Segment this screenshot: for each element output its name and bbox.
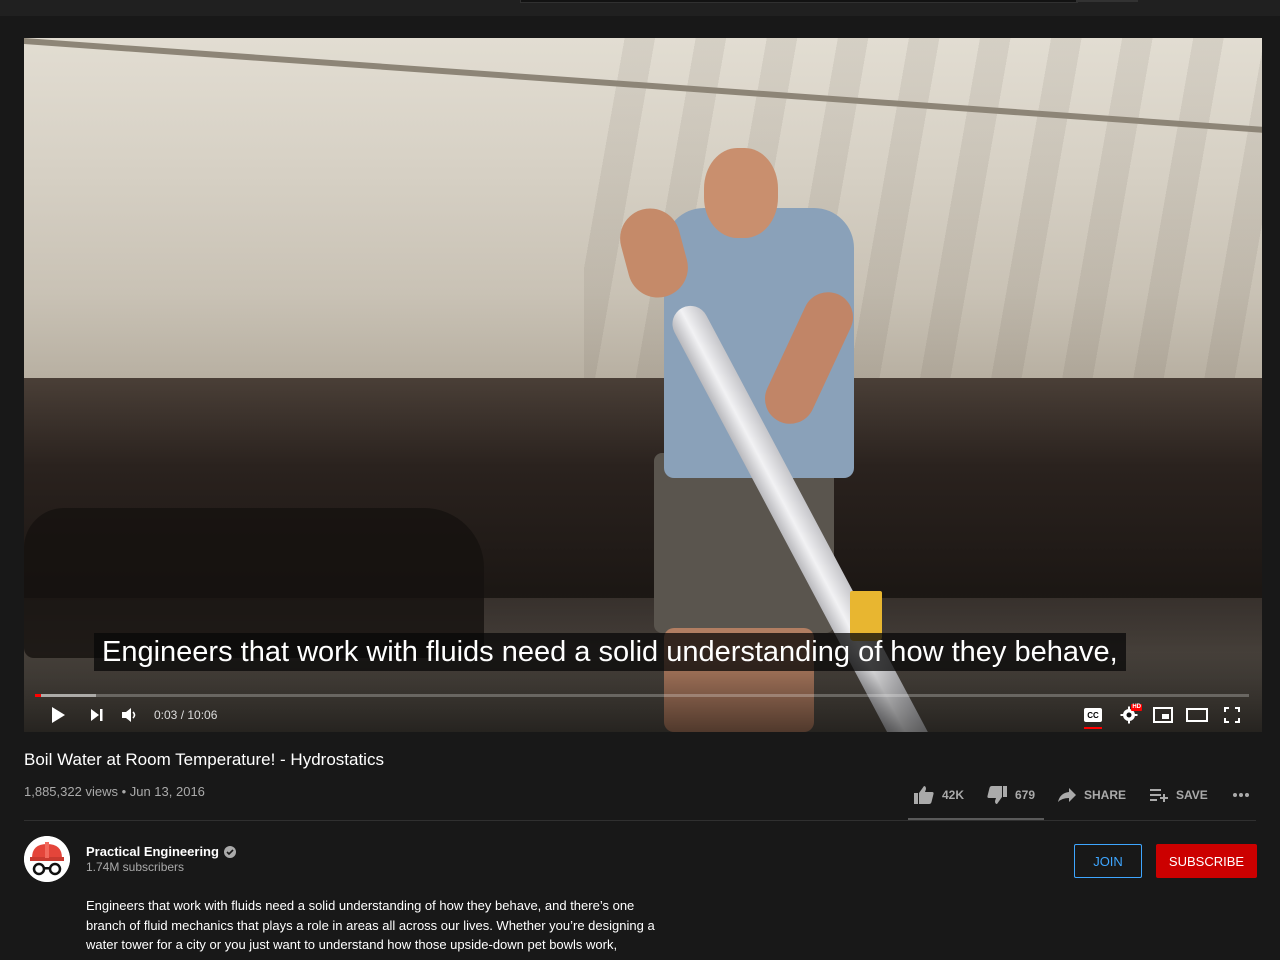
- play-button[interactable]: [46, 700, 70, 730]
- caption-text: Engineers that work with fluids need a s…: [94, 633, 1126, 671]
- volume-icon: [122, 708, 136, 722]
- video-frame: [24, 38, 1262, 732]
- captions-button[interactable]: CC: [1080, 700, 1106, 730]
- share-label: SHARE: [1084, 788, 1127, 802]
- description-line: Engineers that work with fluids need a s…: [86, 898, 635, 913]
- save-label: SAVE: [1176, 788, 1208, 802]
- channel-name-text: Practical Engineering: [86, 844, 219, 859]
- theater-icon: [1186, 708, 1208, 722]
- player-controls: 0:03 / 10:06 CC HD: [24, 700, 1262, 730]
- description-line: water tower for a city or you just want …: [86, 937, 618, 952]
- dislike-count: 679: [1015, 788, 1036, 802]
- dislike-button[interactable]: 679: [987, 784, 1035, 806]
- share-button[interactable]: SHARE: [1058, 784, 1126, 806]
- more-icon: [1233, 793, 1249, 797]
- miniplayer-icon: [1153, 707, 1173, 723]
- fullscreen-icon: [1224, 707, 1240, 723]
- like-count: 42K: [942, 788, 965, 802]
- thumbs-down-icon: [987, 786, 1007, 804]
- cc-label: CC: [1087, 710, 1099, 720]
- video-description: Engineers that work with fluids need a s…: [86, 896, 686, 955]
- video-player[interactable]: Engineers that work with fluids need a s…: [24, 38, 1262, 732]
- next-icon: [91, 709, 103, 721]
- hd-badge: HD: [1131, 704, 1142, 711]
- time-display: 0:03 / 10:06: [154, 708, 218, 722]
- volume-button[interactable]: [118, 700, 142, 730]
- divider: [24, 820, 1256, 821]
- share-icon: [1058, 788, 1076, 802]
- settings-button[interactable]: HD: [1116, 700, 1142, 730]
- subscriber-count: 1.74M subscribers: [86, 860, 185, 874]
- captions-icon: CC: [1084, 708, 1102, 722]
- subscribe-button[interactable]: SUBSCRIBE: [1156, 844, 1257, 878]
- more-actions-button[interactable]: [1232, 784, 1250, 806]
- verified-icon: [223, 845, 236, 858]
- play-icon: [52, 707, 65, 723]
- fullscreen-button[interactable]: [1219, 700, 1245, 730]
- join-button[interactable]: JOIN: [1074, 844, 1142, 878]
- masthead: [0, 0, 1280, 16]
- playlist-add-icon: [1150, 789, 1168, 802]
- theater-button[interactable]: [1184, 700, 1210, 730]
- like-button[interactable]: 42K: [914, 784, 964, 806]
- save-button[interactable]: SAVE: [1150, 784, 1208, 806]
- video-title: Boil Water at Room Temperature! - Hydros…: [24, 750, 384, 769]
- buffered-bar: [35, 694, 96, 697]
- hardhat-logo-icon: [24, 836, 70, 882]
- description-line: branch of fluid mechanics that plays a r…: [86, 917, 655, 933]
- video-meta: 1,885,322 views • Jun 13, 2016: [24, 784, 205, 799]
- channel-avatar[interactable]: [24, 836, 70, 882]
- miniplayer-button[interactable]: [1150, 700, 1176, 730]
- search-box[interactable]: [520, 0, 1078, 3]
- thumbs-up-icon: [914, 786, 934, 804]
- progress-bar[interactable]: [35, 694, 1249, 697]
- played-bar: [35, 694, 42, 697]
- search-button[interactable]: [1076, 0, 1138, 2]
- next-button[interactable]: [85, 700, 109, 730]
- channel-name[interactable]: Practical Engineering: [86, 844, 236, 859]
